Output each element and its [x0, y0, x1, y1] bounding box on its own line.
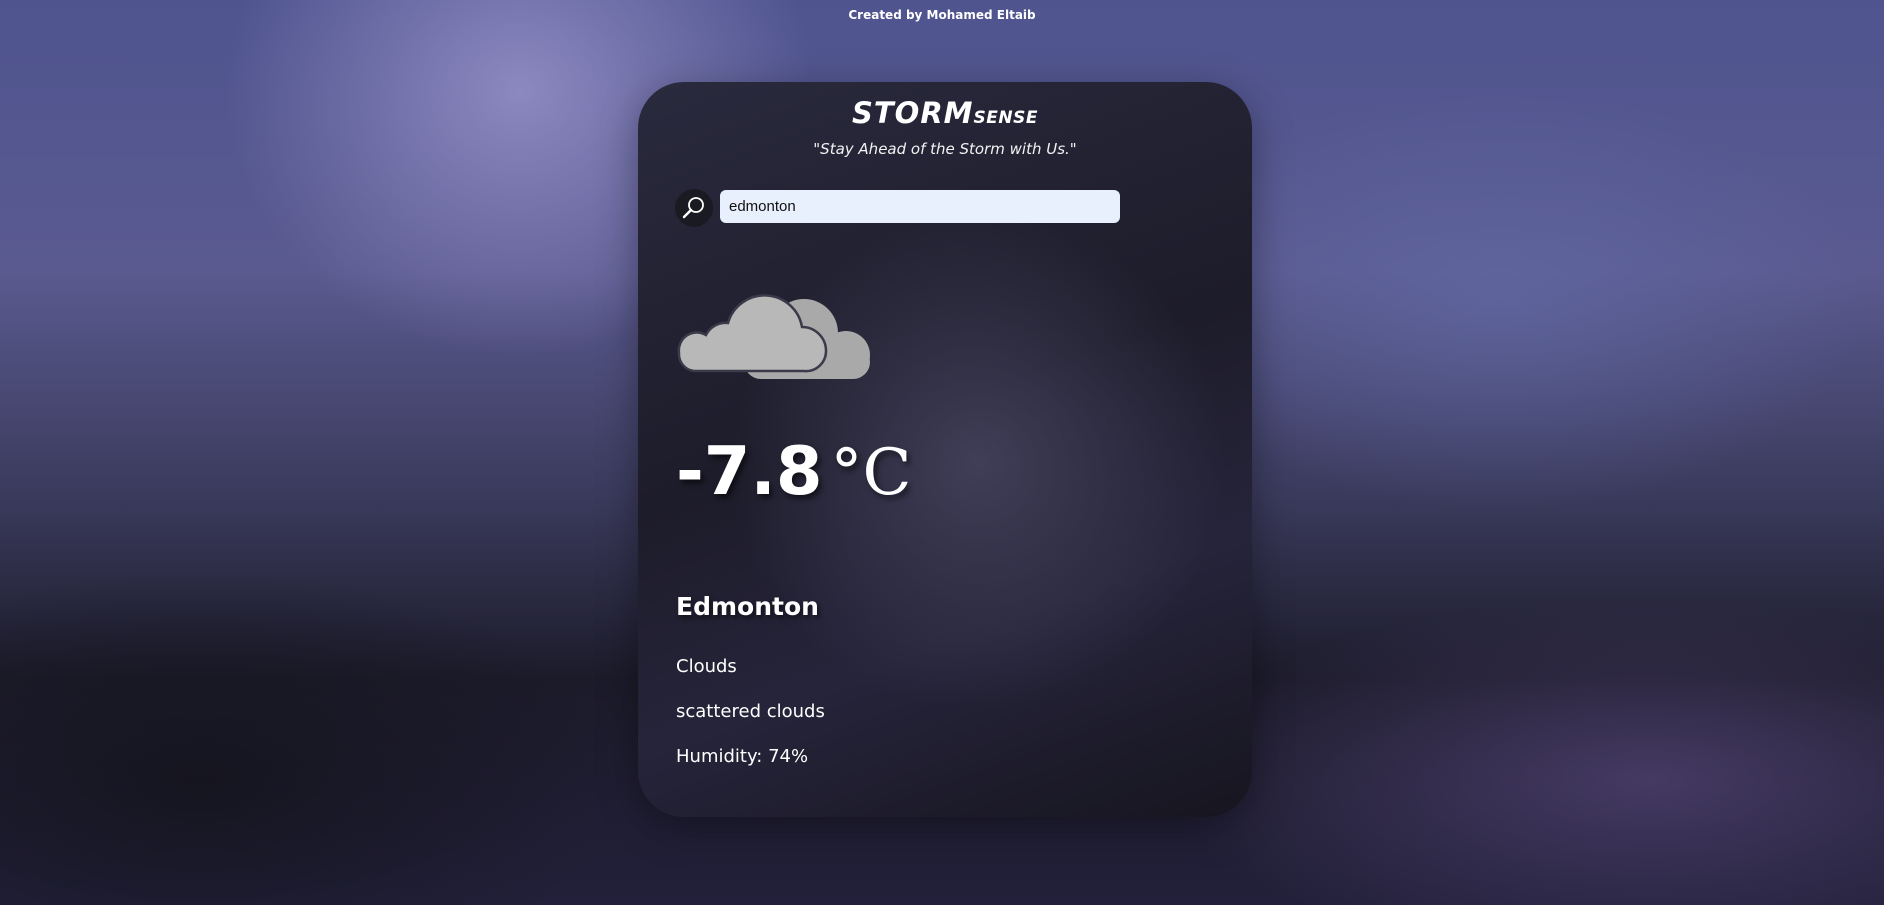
weather-description: scattered clouds	[676, 701, 825, 722]
search-button[interactable]	[675, 189, 713, 227]
creator-credit: Created by Mohamed Eltaib	[848, 8, 1036, 22]
temperature-readout: -7.8 °C	[676, 432, 911, 510]
temperature-unit: °C	[830, 436, 912, 510]
temperature-value: -7.8	[676, 432, 823, 510]
clouds-icon	[677, 294, 870, 379]
tagline: "Stay Ahead of the Storm with Us."	[813, 140, 1077, 158]
city-search-input[interactable]	[720, 190, 1120, 223]
humidity-readout: Humidity: 74%	[676, 746, 809, 767]
app-logo: STORMSENSE	[638, 96, 1252, 130]
weather-card: STORMSENSE "Stay Ahead of the Storm with…	[638, 82, 1252, 817]
logo-storm: STORM	[852, 96, 974, 130]
city-name: Edmonton	[676, 592, 819, 621]
search-icon	[682, 197, 704, 219]
logo-sense: SENSE	[973, 108, 1038, 128]
weather-condition: Clouds	[676, 656, 737, 677]
